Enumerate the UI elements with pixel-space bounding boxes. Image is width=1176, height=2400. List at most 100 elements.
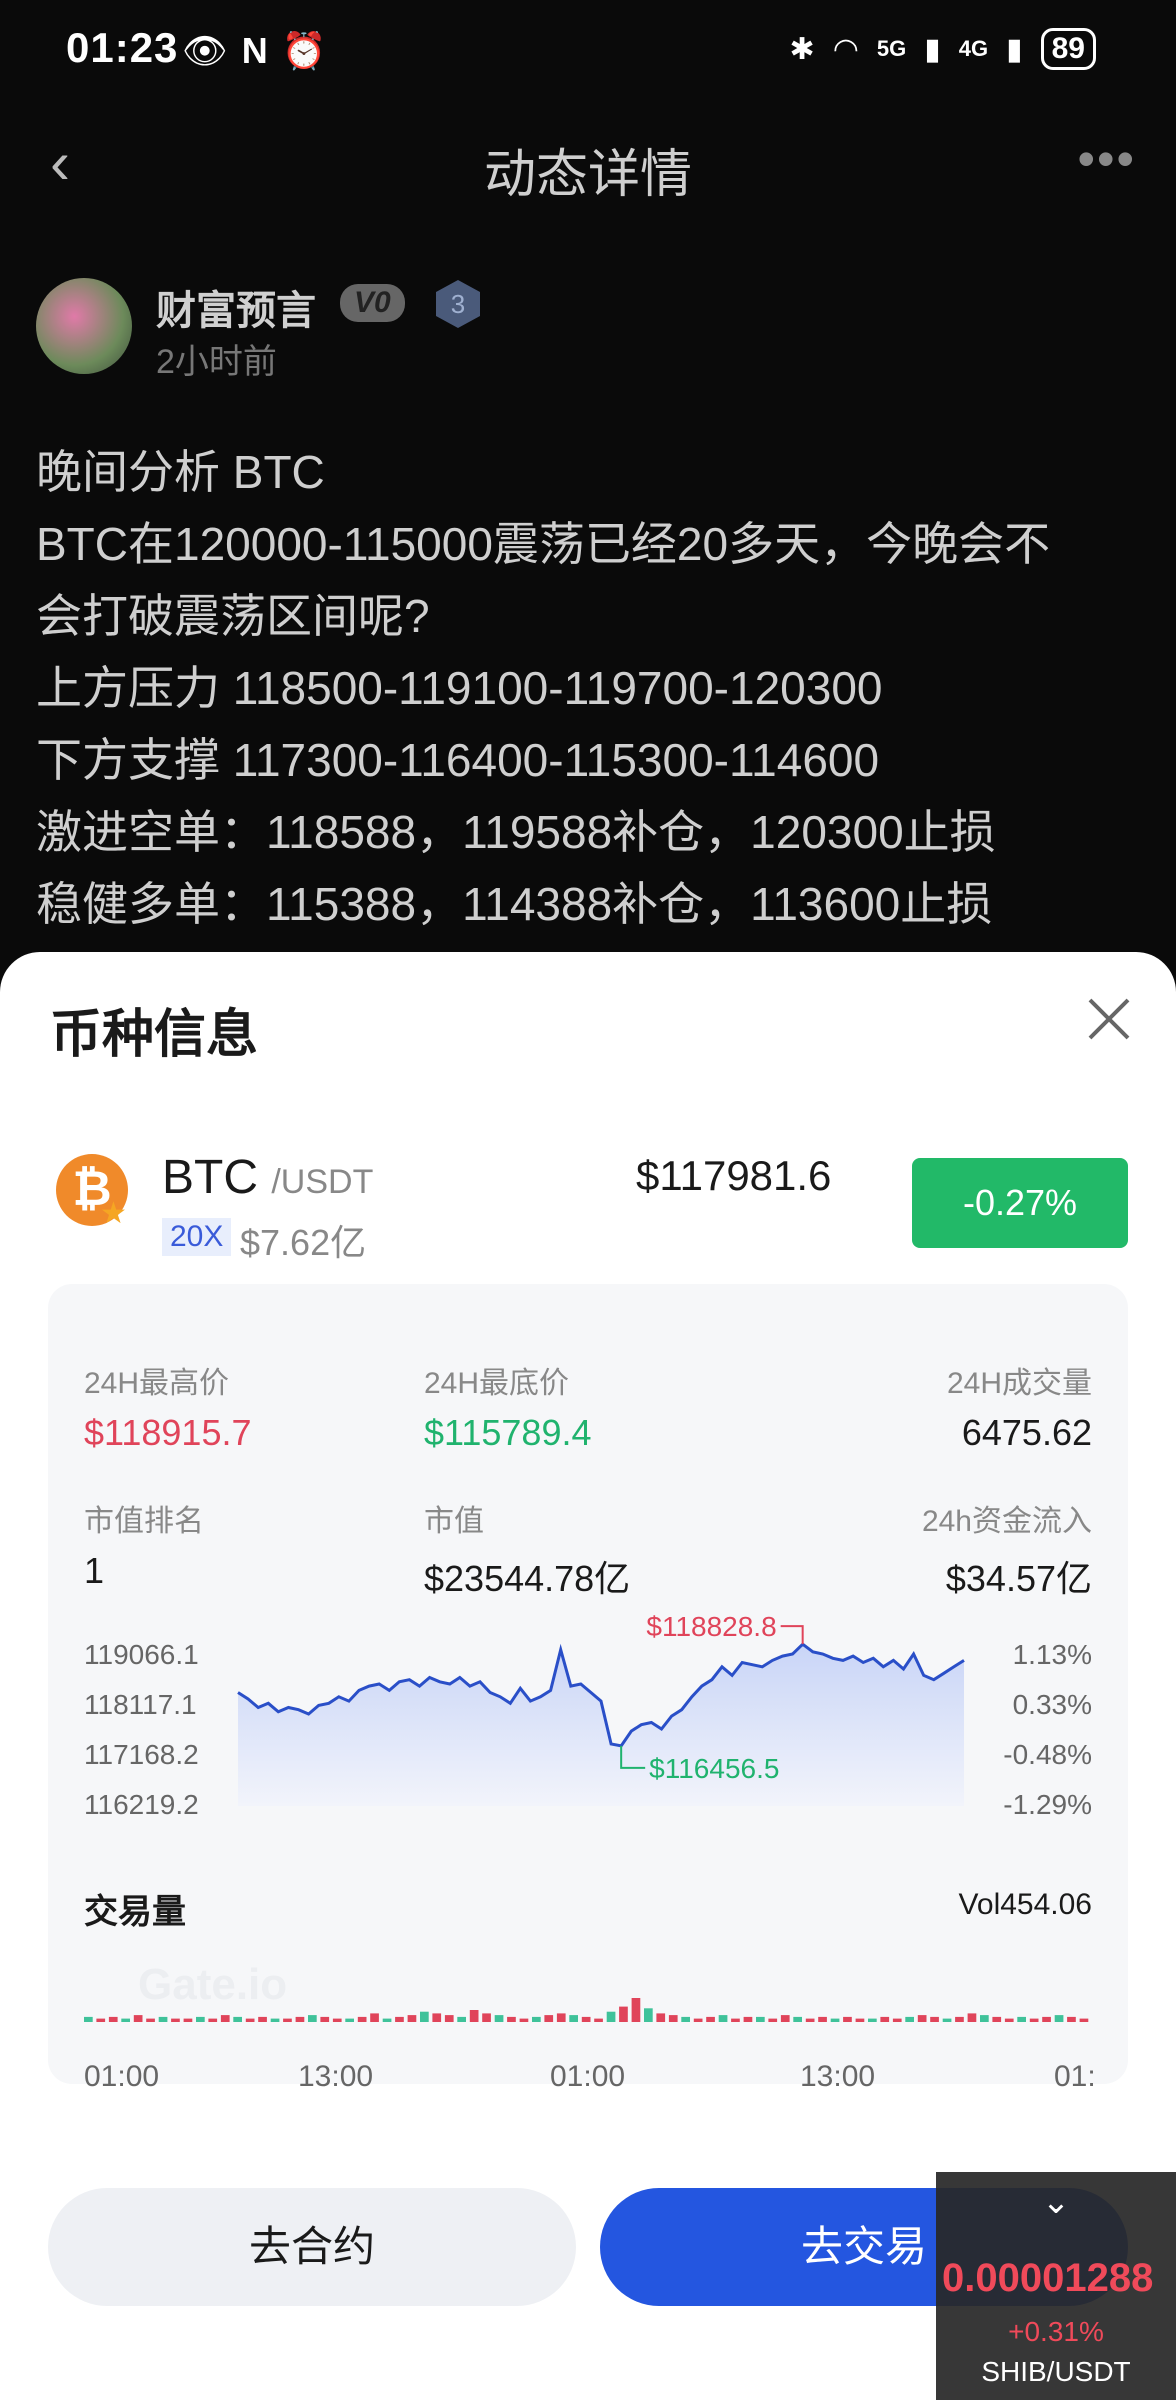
more-options-icon[interactable]: •••	[1077, 130, 1136, 188]
volume-bar	[233, 2016, 242, 2022]
volume-bar	[345, 2018, 354, 2022]
x-tick-label: 13:00	[800, 2060, 876, 2093]
pct-tick-label: -1.29%	[1003, 1789, 1092, 1820]
x-tick-label: 01:00	[84, 2060, 160, 2093]
volume-bar	[444, 2015, 454, 2022]
volume-bar	[432, 2013, 442, 2022]
volume-bar	[370, 2013, 379, 2022]
volume-bar	[332, 2018, 342, 2022]
volume-total: Vol454.06	[958, 1888, 1092, 1921]
volume-title: 交易量	[84, 1893, 186, 1931]
volume-bar	[942, 2018, 952, 2022]
post-content: 晚间分析 BTC BTC在120000-115000震荡已经20多天，今晚会不 …	[36, 436, 1146, 940]
volume-bar	[420, 2011, 429, 2022]
volume-bar	[270, 2018, 280, 2022]
volume-bar	[594, 2018, 603, 2022]
page-title: 动态详情	[483, 146, 692, 204]
ticker-price: 0.00001288	[942, 2256, 1154, 2300]
volume-bar	[245, 2018, 255, 2022]
market-cap-short: $7.62亿	[240, 1222, 367, 1263]
volume-bar	[544, 2015, 554, 2022]
pct-tick-label: -0.48%	[1003, 1739, 1092, 1770]
volume-bar	[780, 2015, 790, 2022]
volume-bar	[955, 2016, 964, 2022]
volume-bar	[992, 2016, 1002, 2022]
volume-bar	[1054, 2015, 1064, 2022]
signal-4g-label: 4G	[958, 36, 989, 61]
volume-bar	[1004, 2018, 1014, 2022]
volume-bar	[743, 2016, 753, 2022]
symbol-text: BTC	[162, 1151, 258, 1204]
x-tick-label: 01:00	[550, 2060, 626, 2093]
volume-label: 24H成交量	[946, 1367, 1092, 1400]
volume-bar	[644, 2008, 653, 2022]
volume-bar	[1067, 2016, 1076, 2022]
page-header: ‹ 动态详情 •••	[0, 120, 1176, 210]
low-label: 24H最底价	[424, 1367, 570, 1400]
chart-area-fill	[238, 1644, 964, 1806]
volume-bar	[158, 2016, 168, 2022]
volume-bar	[494, 2015, 504, 2022]
volume-bar	[756, 2016, 765, 2022]
nfc-icon: N	[241, 30, 268, 71]
sheet-title: 币种信息	[50, 1006, 259, 1064]
coin-symbol[interactable]: BTC /USDT	[162, 1150, 373, 1205]
y-tick-label: 118117.1	[84, 1689, 197, 1720]
market-stats-card: 24H最高价 $118915.7 24H最底价 $115789.4 24H成交量…	[48, 1284, 1128, 2093]
max-price-label: $118828.8	[646, 1611, 776, 1642]
volume-bar	[208, 2018, 218, 2022]
floating-ticker[interactable]: ⌄ 0.00001288 +0.31% SHIB/USDT	[936, 2172, 1176, 2400]
volume-value: 6475.62	[961, 1412, 1092, 1453]
ticker-change: +0.31%	[1008, 2316, 1104, 2347]
volume-bar	[830, 2018, 840, 2022]
volume-bar	[619, 2006, 628, 2022]
volume-bar	[507, 2016, 516, 2022]
volume-bar	[1029, 2018, 1039, 2022]
volume-bar	[320, 2016, 330, 2022]
eye-icon: 👁	[182, 30, 228, 71]
volume-bar	[308, 2015, 317, 2022]
volume-bar	[146, 2018, 155, 2022]
author-name[interactable]: 财富预言	[156, 278, 316, 336]
volume-bar	[855, 2018, 865, 2022]
volume-chart	[84, 1998, 1089, 2022]
pct-tick-label: 0.33%	[1013, 1689, 1092, 1720]
high-label: 24H最高价	[84, 1367, 230, 1400]
author-avatar[interactable]	[36, 278, 132, 374]
ticker-pair: SHIB/USDT	[981, 2356, 1131, 2387]
volume-bar	[569, 2015, 578, 2022]
volume-bar	[805, 2018, 815, 2022]
volume-bar	[868, 2018, 877, 2022]
y-tick-label: 117168.2	[84, 1739, 199, 1770]
volume-bar	[457, 2016, 466, 2022]
status-left-icons: 👁 N ⏰	[182, 30, 327, 72]
volume-bar	[133, 2015, 143, 2022]
post-line: 下方支撑 117300-116400-115300-114600	[36, 734, 880, 786]
status-right-icons: ✱ ◠ 5G ▮ 4G ▮ 89	[790, 28, 1096, 70]
volume-bar	[121, 2018, 130, 2022]
volume-bar	[843, 2016, 852, 2022]
volume-bar	[980, 2015, 989, 2022]
rank-value: 1	[84, 1550, 105, 1591]
volume-bar	[395, 2016, 404, 2022]
volume-bar	[631, 1998, 641, 2022]
volume-bar	[706, 2016, 715, 2022]
mcap-value: $23544.78亿	[424, 1558, 631, 1599]
post-line: 激进空单：118588，119588补仓，120300止损	[36, 806, 996, 858]
rank-label: 市值排名	[84, 1505, 204, 1538]
close-icon[interactable]	[1086, 996, 1132, 1042]
mcap-label: 市值	[424, 1505, 484, 1538]
volume-bar	[84, 2016, 93, 2022]
chevron-down-icon[interactable]: ⌄	[936, 2182, 1176, 2222]
volume-bar	[108, 2016, 118, 2022]
current-price: $117981.6	[636, 1152, 832, 1199]
wifi-icon: ◠	[832, 32, 859, 66]
bluetooth-icon: ✱	[789, 32, 815, 66]
go-contract-button[interactable]: 去合约	[48, 2188, 576, 2306]
price-chart[interactable]: 119066.1 118117.1 117168.2 116219.2 1.13% 0.3…	[48, 1606, 1128, 1826]
leverage-badge: 20X	[162, 1218, 232, 1256]
star-icon: ★	[100, 1197, 127, 1230]
volume-bar	[1042, 2016, 1051, 2022]
price-change-badge: -0.27%	[912, 1158, 1128, 1248]
volume-bar	[96, 2018, 106, 2022]
